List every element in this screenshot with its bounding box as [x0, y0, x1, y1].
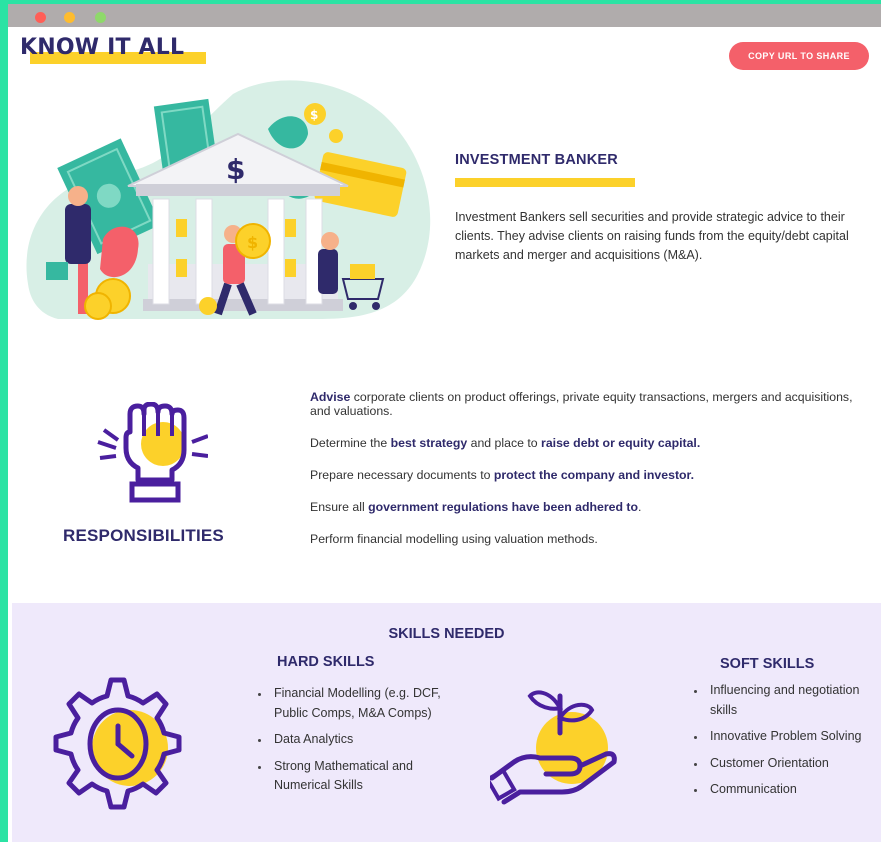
brand-logo[interactable]: KNOW IT ALL [20, 35, 184, 60]
hard-skills-list: Financial Modelling (e.g. DCF, Public Co… [258, 684, 448, 803]
responsibility-item: Perform financial modelling using valuat… [310, 532, 598, 546]
raised-fist-icon [97, 402, 208, 503]
responsibilities-title: RESPONSIBILITIES [63, 526, 224, 545]
list-item: Customer Orientation [694, 754, 869, 774]
close-window-button[interactable] [35, 12, 46, 23]
svg-text:$: $ [226, 153, 245, 186]
window-titlebar [8, 4, 881, 27]
svg-text:$: $ [310, 108, 318, 122]
responsibilities-list: Advise corporate clients on product offe… [310, 390, 865, 564]
responsibility-item: Advise corporate clients on product offe… [310, 390, 853, 418]
soft-skills-title: SOFT SKILLS [720, 656, 815, 672]
hand-plant-icon [490, 690, 617, 805]
role-title-underline [455, 178, 635, 187]
role-description: Investment Bankers sell securities and p… [455, 210, 849, 262]
role-title: INVESTMENT BANKER [455, 152, 618, 168]
gear-clock-icon [53, 677, 182, 810]
list-item: Communication [694, 780, 869, 800]
list-item: Financial Modelling (e.g. DCF, Public Co… [258, 684, 448, 723]
bank-illustration-icon: $ $ $ [26, 80, 431, 320]
list-item: Strong Mathematical and Numerical Skills [258, 757, 448, 796]
soft-skills-list: Influencing and negotiation skills Innov… [694, 681, 869, 807]
responsibility-item: Determine the best strategy and place to… [310, 436, 701, 450]
hard-skills-title: HARD SKILLS [277, 654, 375, 670]
svg-text:$: $ [247, 233, 258, 252]
list-item: Influencing and negotiation skills [694, 681, 869, 720]
skills-section: SKILLS NEEDED HARD SKILLS Financial Mode… [12, 603, 881, 842]
browser-window: KNOW IT ALL COPY URL TO SHARE $ $ $ INVE… [8, 4, 881, 842]
responsibility-item: Prepare necessary documents to protect t… [310, 468, 695, 482]
skills-title: SKILLS NEEDED [388, 626, 505, 642]
list-item: Data Analytics [258, 730, 448, 750]
responsibility-item: Ensure all government regulations have b… [310, 500, 642, 514]
list-item: Innovative Problem Solving [694, 727, 869, 747]
maximize-window-button[interactable] [95, 12, 106, 23]
minimize-window-button[interactable] [64, 12, 75, 23]
copy-url-button[interactable]: COPY URL TO SHARE [729, 42, 869, 70]
